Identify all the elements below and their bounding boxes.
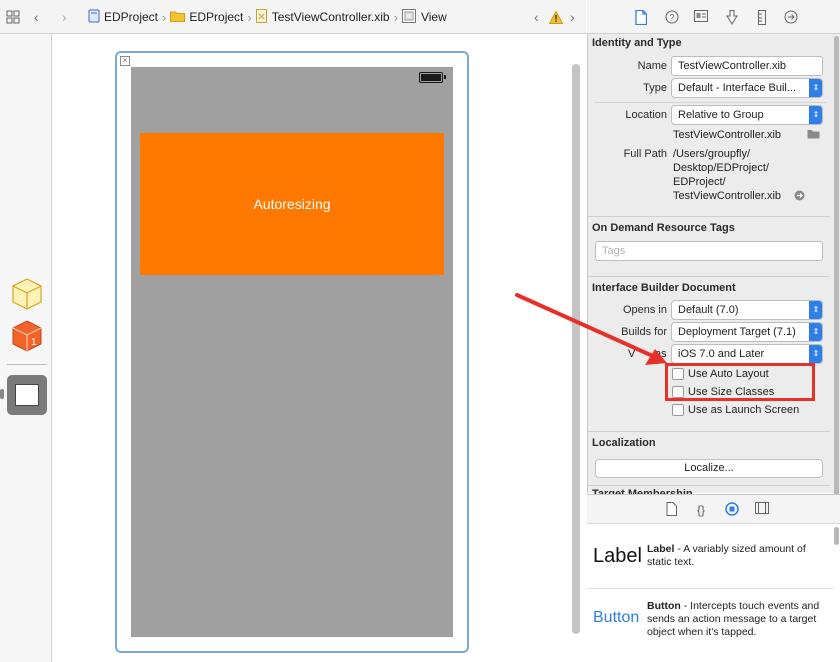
handle-icon[interactable] xyxy=(0,389,4,399)
svg-text:1: 1 xyxy=(31,337,37,348)
document-outline-strip: 1 xyxy=(0,34,52,662)
media-library-icon[interactable] xyxy=(755,502,769,518)
type-popup[interactable]: Default - Interface Buil... ⇕ xyxy=(671,78,823,98)
breadcrumb-project[interactable]: EDProject xyxy=(104,10,158,24)
view-object-icon[interactable] xyxy=(7,375,47,415)
help-icon[interactable]: ? xyxy=(665,10,679,26)
file-inspector-icon[interactable] xyxy=(634,9,648,26)
full-path-line: Desktop/EDProject/ xyxy=(673,162,769,174)
inspector-tabs: ? xyxy=(587,0,840,34)
file-template-icon[interactable] xyxy=(664,502,678,518)
annotation-arrow xyxy=(515,293,667,365)
view-as-value: iOS 7.0 and Later xyxy=(678,348,765,360)
object-library-icon[interactable] xyxy=(725,502,739,518)
attributes-inspector-icon[interactable] xyxy=(725,10,739,26)
xib-file-icon xyxy=(255,8,267,26)
placeholder-cube-icon[interactable] xyxy=(10,277,44,314)
full-path-line: EDProject/ xyxy=(673,176,726,188)
popup-chevron-icon: ⇕ xyxy=(809,79,822,97)
annotation-highlight-box xyxy=(665,363,815,401)
location-value: Relative to Group xyxy=(678,109,764,121)
location-popup[interactable]: Relative to Group ⇕ xyxy=(671,105,823,125)
divider xyxy=(587,431,830,432)
breadcrumb-separator: › xyxy=(247,9,252,25)
label-object-description: Label - A variably sized amount of stati… xyxy=(647,543,822,569)
jump-bar: ‹ › EDProject › EDProject › TestViewCont… xyxy=(0,0,586,34)
popup-chevron-icon: ⇕ xyxy=(809,301,822,319)
folder-icon xyxy=(170,10,186,25)
section-title-on-demand: On Demand Resource Tags xyxy=(592,222,735,234)
name-field[interactable]: TestViewController.xib xyxy=(671,56,823,76)
size-inspector-icon[interactable] xyxy=(755,10,769,26)
back-button[interactable]: ‹ xyxy=(34,8,39,26)
location-label: Location xyxy=(625,109,667,121)
breadcrumb-file[interactable]: TestViewController.xib xyxy=(272,10,390,24)
forward-button[interactable]: › xyxy=(62,8,67,26)
view-as-popup[interactable]: iOS 7.0 and Later ⇕ xyxy=(671,344,823,364)
previous-issue-button[interactable]: ‹ xyxy=(534,8,539,26)
code-snippet-icon[interactable]: {} xyxy=(694,502,708,518)
popup-chevron-icon: ⇕ xyxy=(809,323,822,341)
autoresizing-label: Autoresizing xyxy=(253,196,331,212)
breadcrumb-view[interactable]: View xyxy=(421,10,447,24)
divider xyxy=(7,364,47,365)
breadcrumb-group[interactable]: EDProject xyxy=(189,10,243,24)
full-path-line: /Users/groupfly/ xyxy=(673,148,751,160)
name-label: Name xyxy=(637,60,667,72)
breadcrumb: EDProject › EDProject › TestViewControll… xyxy=(88,8,447,26)
project-icon xyxy=(88,9,100,26)
divider xyxy=(587,485,830,486)
identity-inspector-icon[interactable] xyxy=(694,10,708,26)
button-object-description: Button - Intercepts touch events and sen… xyxy=(647,600,822,639)
builds-for-popup[interactable]: Deployment Target (7.1) ⇕ xyxy=(671,322,823,342)
localize-button[interactable]: Localize... xyxy=(595,459,823,478)
use-as-launch-screen-label[interactable]: Use as Launch Screen xyxy=(688,404,799,416)
view-icon xyxy=(401,8,416,26)
popup-chevron-icon: ⇕ xyxy=(809,106,822,124)
type-value: Default - Interface Buil... xyxy=(678,82,796,94)
divider xyxy=(587,588,834,589)
library-tabs xyxy=(587,494,840,524)
button-object-preview[interactable]: Button xyxy=(593,609,639,627)
type-label: Type xyxy=(643,82,667,94)
first-responder-icon[interactable]: 1 xyxy=(12,320,42,355)
section-title-identity: Identity and Type xyxy=(592,37,682,49)
battery-icon xyxy=(419,72,446,83)
warning-icon[interactable] xyxy=(549,8,563,26)
section-title-localization: Localization xyxy=(592,437,656,449)
divider xyxy=(595,102,827,103)
breadcrumb-separator: › xyxy=(162,9,167,25)
builds-for-value: Deployment Target (7.1) xyxy=(678,326,796,338)
location-file-name: TestViewController.xib xyxy=(673,129,782,141)
svg-text:?: ? xyxy=(670,13,675,23)
connections-inspector-icon[interactable] xyxy=(784,10,798,26)
divider xyxy=(587,216,830,217)
breadcrumb-separator: › xyxy=(393,9,398,25)
tags-field[interactable]: Tags xyxy=(595,241,823,261)
folder-icon[interactable] xyxy=(807,129,820,142)
inspector-scrollbar[interactable] xyxy=(834,36,839,496)
use-as-launch-screen-checkbox[interactable] xyxy=(672,404,684,416)
library-scrollbar[interactable] xyxy=(834,527,839,545)
popup-chevron-icon: ⇕ xyxy=(809,345,822,363)
opens-in-popup[interactable]: Default (7.0) ⇕ xyxy=(671,300,823,320)
full-path-line: TestViewController.xib xyxy=(673,190,782,202)
close-icon[interactable]: × xyxy=(120,56,130,66)
opens-in-value: Default (7.0) xyxy=(678,304,739,316)
button-object-name: Button xyxy=(647,600,681,612)
autoresizing-view[interactable]: Autoresizing xyxy=(140,133,444,275)
full-path-label: Full Path xyxy=(623,148,667,160)
label-object-name: Label xyxy=(647,543,675,555)
label-object-preview[interactable]: Label xyxy=(593,545,642,568)
next-issue-button[interactable]: › xyxy=(570,8,575,26)
related-items-icon[interactable] xyxy=(6,8,20,26)
divider xyxy=(587,276,830,277)
reveal-arrow-icon[interactable] xyxy=(794,190,805,204)
